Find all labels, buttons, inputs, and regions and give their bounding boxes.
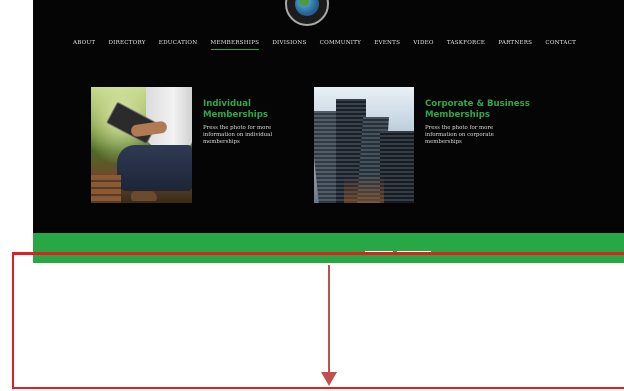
photo-jeans-shape	[117, 145, 192, 191]
nav-events[interactable]: EVENTS	[374, 40, 400, 46]
arrow-down-icon	[321, 372, 337, 386]
globe-land-shape	[299, 0, 309, 6]
main-nav: ABOUT DIRECTORY EDUCATION MEMBERSHIPS DI…	[73, 36, 589, 50]
nav-memberships[interactable]: MEMBERSHIPS	[210, 40, 260, 50]
photo-tower-shape	[380, 131, 414, 203]
corporate-membership-title[interactable]: Corporate & Business Memberships	[425, 99, 535, 120]
photo-glow-shape	[344, 175, 384, 203]
individual-membership-photo[interactable]	[91, 87, 192, 203]
individual-membership-description: Press the photo for more information on …	[203, 125, 273, 145]
annotation-arrow-line	[328, 265, 330, 373]
annotation-red-frame	[12, 252, 624, 389]
screenshot-canvas: ABOUT DIRECTORY EDUCATION MEMBERSHIPS DI…	[0, 0, 624, 391]
website-section: ABOUT DIRECTORY EDUCATION MEMBERSHIPS DI…	[33, 0, 624, 262]
nav-about[interactable]: ABOUT	[73, 40, 95, 46]
site-logo[interactable]	[285, 0, 329, 26]
nav-directory[interactable]: DIRECTORY	[108, 40, 145, 46]
photo-bench-shape	[91, 175, 121, 203]
annotation-red-frame-top	[12, 252, 624, 255]
nav-taskforce[interactable]: TASKFORCE	[447, 40, 485, 46]
nav-contact[interactable]: CONTACT	[545, 40, 576, 46]
photo-shirt-shape	[146, 87, 192, 147]
corporate-membership-photo[interactable]	[314, 87, 414, 203]
nav-community[interactable]: COMMUNITY	[320, 40, 361, 46]
individual-membership-title[interactable]: Individual Memberships	[203, 99, 293, 120]
nav-education[interactable]: EDUCATION	[159, 40, 198, 46]
nav-partners[interactable]: PARTNERS	[498, 40, 532, 46]
nav-video[interactable]: VIDEO	[413, 40, 433, 46]
corporate-membership-description: Press the photo for more information on …	[425, 125, 494, 145]
photo-shoe-shape	[131, 191, 157, 201]
nav-divisions[interactable]: DIVISIONS	[272, 40, 306, 46]
